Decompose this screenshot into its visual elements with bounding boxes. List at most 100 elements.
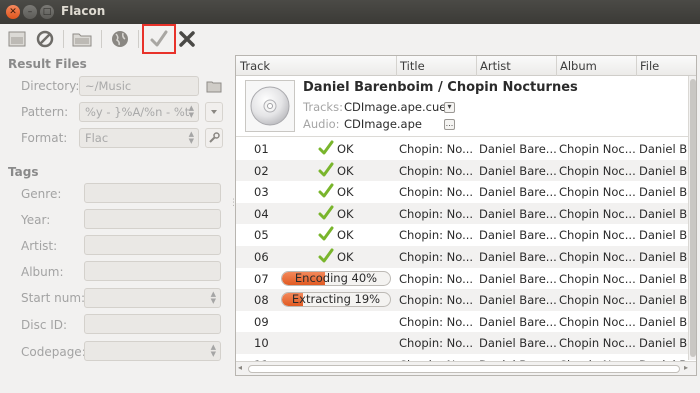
pattern-field[interactable]: %y - }%A/%n - %t ▲ ▼ — [79, 102, 199, 122]
title-cell: Chopin: No... — [399, 250, 474, 264]
pattern-label: Pattern: — [21, 105, 69, 119]
track-number: 09 — [254, 314, 269, 329]
genre-field[interactable] — [84, 183, 221, 203]
minimize-window-button[interactable]: – — [23, 5, 37, 19]
horizontal-scrollbar[interactable]: ◂ ▸ — [236, 361, 696, 375]
album-field[interactable] — [84, 261, 221, 281]
add-folder-button[interactable] — [70, 27, 94, 51]
album-label: Album: — [21, 265, 64, 279]
table-row[interactable]: 02 OK Chopin: No... Daniel Bare... Chopin No… — [236, 159, 694, 182]
table-row[interactable]: 06 OK Chopin: No... Daniel Bare... Chopin No… — [236, 246, 694, 268]
file-cell: Daniel Ba — [639, 185, 695, 200]
scroll-right-icon[interactable]: ▸ — [684, 363, 688, 372]
title-cell: Chopin: No... — [399, 293, 474, 308]
tracks-table[interactable]: Track Title Artist Album File Daniel Bar… — [235, 55, 697, 376]
progress-text: Encoding 40% — [294, 270, 378, 285]
status-bar — [0, 378, 700, 393]
check-icon — [318, 162, 334, 177]
format-label: Format: — [21, 131, 68, 145]
check-icon — [318, 205, 334, 220]
column-title[interactable]: Title — [400, 59, 425, 73]
format-settings-button[interactable] — [205, 128, 223, 148]
add-file-button[interactable] — [5, 27, 29, 51]
title-bar: ✕ – □ Flacon — [0, 0, 700, 24]
status-text: OK — [337, 185, 354, 200]
table-row[interactable]: 07 Encoding 40% Chopin: No... Daniel Bare..… — [236, 268, 694, 290]
codepage-select[interactable]: ▲ ▼ — [84, 341, 221, 361]
file-cell: Daniel Ba — [639, 336, 695, 351]
directory-field[interactable]: ~/Music — [79, 76, 199, 96]
horizontal-scroll-thumb[interactable] — [248, 365, 680, 373]
disc-header[interactable]: Daniel Barenboim / Chopin Nocturnes Trac… — [236, 77, 688, 137]
track-number: 05 — [254, 228, 269, 243]
maximize-window-button[interactable]: □ — [40, 5, 54, 19]
tags-heading: Tags — [8, 165, 39, 179]
scroll-left-icon[interactable]: ◂ — [238, 363, 242, 372]
abort-icon — [179, 31, 195, 47]
download-info-button[interactable] — [108, 27, 132, 51]
table-row[interactable]: 05 OK Chopin: No... Daniel Bare... Chopin No… — [236, 224, 694, 246]
tracks-label: Tracks: — [303, 100, 343, 114]
column-file[interactable]: File — [640, 59, 659, 73]
table-row[interactable]: 04 OK Chopin: No... Daniel Bare... Chopin No… — [236, 202, 694, 225]
file-cell: Daniel Ba — [639, 163, 695, 178]
album-cell: Chopin Noc... — [559, 206, 636, 221]
title-cell: Chopin: No... — [399, 185, 474, 200]
artist-cell: Daniel Bare... — [479, 142, 557, 156]
file-cell: Daniel Ba — [639, 271, 695, 286]
artist-field[interactable] — [84, 235, 221, 255]
table-row[interactable]: 09 Chopin: No... Daniel Bare... Chopin Noc.… — [236, 311, 694, 333]
disc-id-field[interactable] — [84, 314, 221, 334]
table-row[interactable]: 03 OK Chopin: No... Daniel Bare... Chopin No… — [236, 181, 694, 203]
album-cell: Chopin Noc... — [559, 293, 636, 308]
add-file-icon — [8, 31, 26, 47]
disc-id-label: Disc ID: — [21, 318, 68, 332]
year-label: Year: — [21, 213, 51, 227]
column-artist[interactable]: Artist — [480, 59, 511, 73]
table-row[interactable]: 01 OK Chopin: No... Daniel Bare... Chopin No… — [236, 138, 694, 160]
title-cell: Chopin: No... — [399, 206, 474, 221]
track-number: 07 — [254, 271, 269, 286]
tracks-dropdown-button[interactable]: ▾ — [444, 102, 455, 113]
track-number: 10 — [254, 336, 269, 351]
vertical-scrollbar[interactable] — [688, 76, 696, 360]
status-text: OK — [337, 250, 354, 264]
audio-label: Audio: — [303, 117, 340, 131]
format-select[interactable]: Flac ▲ ▼ — [79, 128, 199, 148]
album-cell: Chopin Noc... — [559, 163, 636, 178]
table-row[interactable]: 10 Chopin: No... Daniel Bare... Chopin Noc.… — [236, 332, 694, 354]
check-icon — [318, 140, 334, 155]
close-window-button[interactable]: ✕ — [6, 5, 20, 19]
directory-label: Directory: — [21, 79, 80, 93]
album-cell: Chopin Noc... — [559, 336, 636, 351]
album-cell: Chopin Noc... — [559, 185, 636, 200]
start-button-highlight — [142, 24, 176, 54]
album-cell: Chopin Noc... — [559, 142, 636, 156]
toolbar — [0, 24, 700, 54]
disc-title: Daniel Barenboim / Chopin Nocturnes — [303, 80, 578, 95]
album-cell: Chopin Noc... — [559, 314, 636, 329]
title-cell: Chopin: No... — [399, 142, 474, 156]
abort-button[interactable] — [175, 27, 199, 51]
audio-browse-button[interactable]: ... — [444, 119, 455, 130]
title-cell: Chopin: No... — [399, 228, 474, 243]
column-track[interactable]: Track — [240, 59, 270, 73]
check-icon — [318, 226, 334, 241]
spin-arrows-icon: ▲ ▼ — [210, 290, 216, 305]
column-album[interactable]: Album — [560, 59, 597, 73]
pattern-menu-button[interactable] — [205, 102, 223, 122]
title-cell: Chopin: No... — [399, 163, 474, 178]
year-field[interactable] — [84, 209, 221, 229]
browse-directory-button[interactable] — [205, 76, 223, 96]
status-text: OK — [337, 163, 354, 178]
tracks-value: CDImage.ape.cue — [344, 100, 447, 114]
start-num-spinbox[interactable]: ▲ ▼ — [84, 288, 221, 308]
track-number: 06 — [254, 250, 269, 264]
table-row[interactable]: 08 Extracting 19% Chopin: No... Daniel Bare… — [236, 289, 694, 311]
window-title: Flacon — [61, 4, 106, 18]
title-cell: Chopin: No... — [399, 314, 474, 329]
remove-button[interactable] — [33, 27, 57, 51]
status-text: OK — [337, 228, 354, 243]
genre-label: Genre: — [21, 187, 62, 201]
vertical-scroll-thumb[interactable] — [690, 79, 696, 357]
